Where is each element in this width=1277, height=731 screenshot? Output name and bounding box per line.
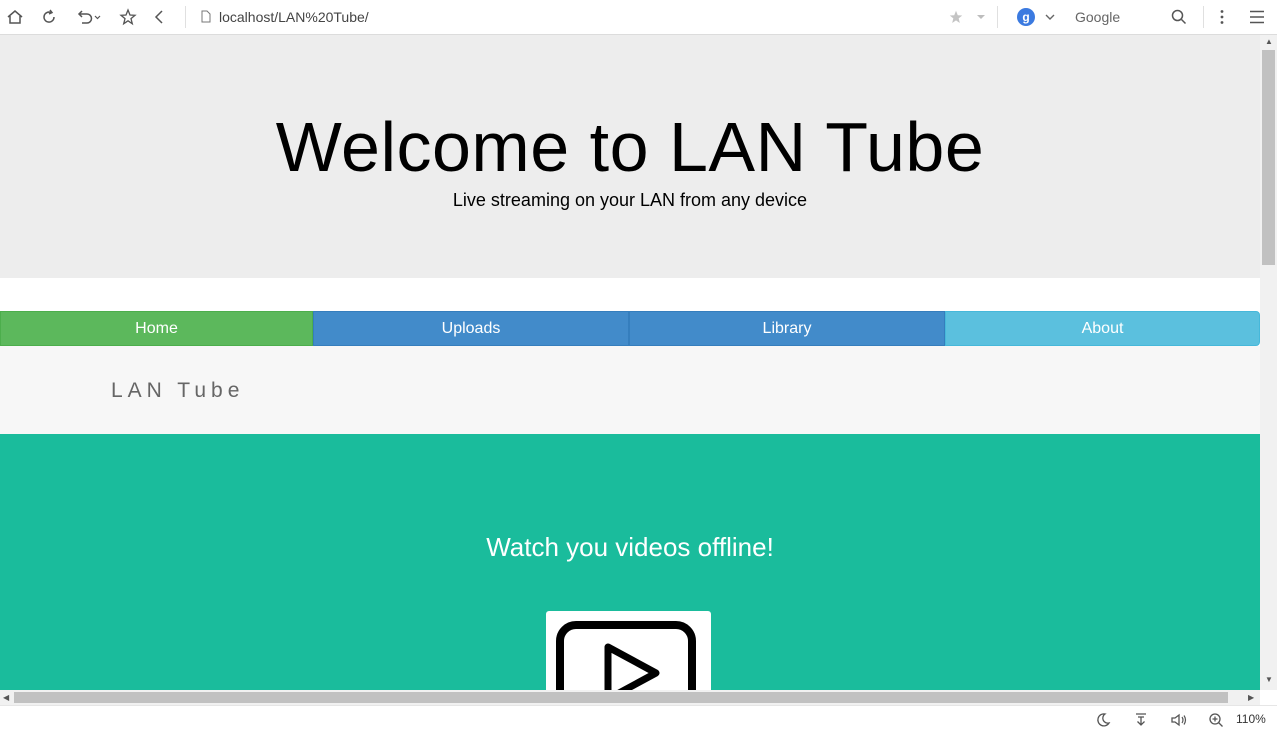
nav-about-button[interactable]: About — [945, 311, 1260, 346]
brand-link[interactable]: LAN Tube — [111, 379, 244, 403]
undo-icon[interactable] — [73, 5, 105, 29]
url-text[interactable]: localhost/LAN%20Tube/ — [219, 9, 369, 25]
play-icon — [556, 621, 696, 690]
nav-uploads-button[interactable]: Uploads — [313, 311, 629, 346]
back-icon[interactable] — [147, 5, 171, 29]
nav-library-button[interactable]: Library — [629, 311, 945, 346]
vertical-scrollbar[interactable]: ▲ ▼ — [1260, 35, 1277, 690]
more-menu-icon[interactable] — [1210, 5, 1234, 29]
main-nav: Home Uploads Library About — [0, 311, 1260, 346]
feature-heading: Watch you videos offline! — [486, 532, 774, 562]
feature-section: Watch you videos offline! — [0, 434, 1260, 690]
search-icon[interactable] — [1167, 5, 1191, 29]
zoom-level[interactable]: 110% — [1236, 712, 1266, 726]
bookmark-star-icon[interactable] — [116, 5, 140, 29]
scroll-up-arrow-icon[interactable]: ▲ — [1265, 37, 1273, 46]
vertical-scroll-thumb[interactable] — [1262, 50, 1275, 265]
hero-subtitle: Live streaming on your LAN from any devi… — [452, 190, 808, 210]
browser-status-bar: 110% — [0, 705, 1277, 731]
toolbar-divider — [997, 6, 998, 28]
toolbar-divider — [1203, 6, 1204, 28]
hamburger-menu-icon[interactable] — [1245, 5, 1269, 29]
download-icon[interactable] — [1132, 711, 1150, 729]
zoom-icon[interactable] — [1207, 711, 1225, 729]
search-engine-badge[interactable]: g — [1017, 8, 1035, 26]
address-bar[interactable]: localhost/LAN%20Tube/ — [195, 4, 995, 30]
favorite-dropdown-icon[interactable] — [969, 5, 993, 29]
horizontal-scrollbar[interactable]: ◀ ▶ — [0, 690, 1260, 705]
browser-toolbar: localhost/LAN%20Tube/ g Google — [0, 0, 1277, 35]
page-icon — [201, 10, 211, 28]
home-icon[interactable] — [3, 5, 27, 29]
scroll-down-arrow-icon[interactable]: ▼ — [1265, 675, 1273, 684]
volume-icon[interactable] — [1170, 711, 1188, 729]
scroll-right-arrow-icon[interactable]: ▶ — [1248, 693, 1254, 702]
nav-home-button[interactable]: Home — [0, 311, 313, 346]
favorite-star-icon[interactable] — [944, 5, 968, 29]
hero-title: Welcome to LAN Tube — [275, 108, 985, 186]
chevron-down-icon[interactable] — [1044, 10, 1056, 28]
play-button-card[interactable] — [546, 611, 711, 690]
search-engine-label[interactable]: Google — [1075, 9, 1120, 25]
toolbar-divider — [185, 6, 186, 28]
reload-icon[interactable] — [37, 5, 61, 29]
horizontal-scroll-thumb[interactable] — [14, 692, 1228, 703]
page-viewport: Welcome to LAN Tube Live streaming on yo… — [0, 35, 1260, 690]
hero-section: Welcome to LAN Tube Live streaming on yo… — [0, 35, 1260, 278]
scroll-left-arrow-icon[interactable]: ◀ — [3, 693, 9, 702]
brand-bar: LAN Tube — [0, 346, 1260, 434]
night-mode-icon[interactable] — [1094, 711, 1112, 729]
